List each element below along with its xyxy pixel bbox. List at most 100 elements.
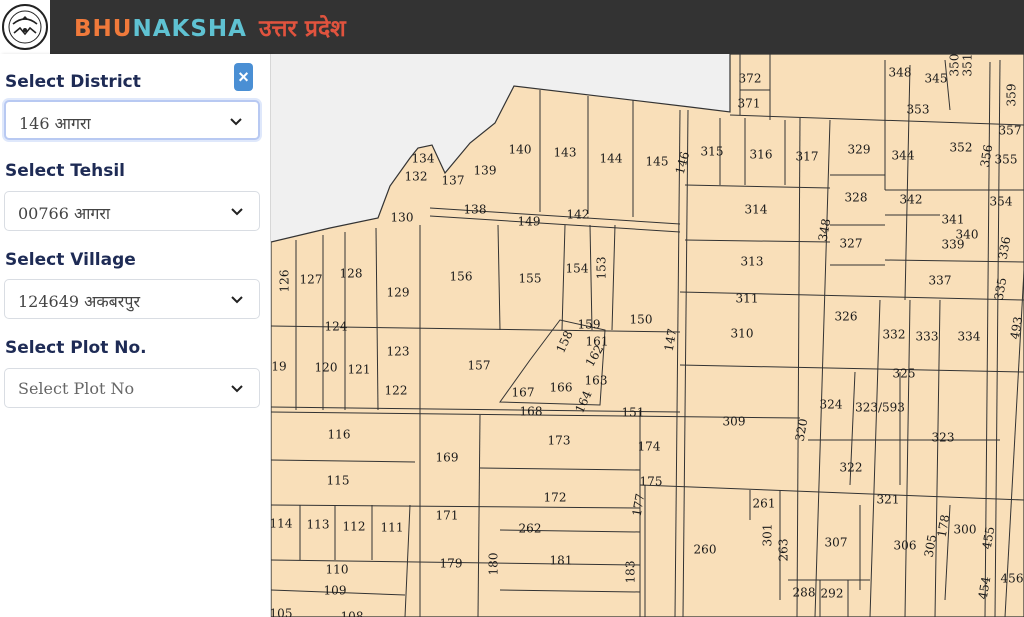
plot-number-108[interactable]: 108 — [341, 610, 364, 617]
plot-number-168[interactable]: 168 — [520, 405, 543, 419]
plot-number-328[interactable]: 328 — [845, 191, 868, 205]
plot-number-116[interactable]: 116 — [328, 428, 351, 442]
plot-number-351[interactable]: 351 — [961, 54, 975, 76]
plot-number-163[interactable]: 163 — [585, 374, 608, 388]
plot-number-321[interactable]: 321 — [877, 493, 900, 507]
plot-number-348[interactable]: 348 — [889, 66, 912, 80]
plot-number-126[interactable]: 126 — [278, 270, 292, 293]
plot-number-354[interactable]: 354 — [990, 195, 1013, 209]
plot-number-183[interactable]: 183 — [624, 561, 638, 584]
plot-number-19[interactable]: 19 — [271, 360, 286, 374]
plot-number-324[interactable]: 324 — [820, 398, 843, 412]
plot-number-134[interactable]: 134 — [412, 152, 435, 166]
up-emblem-logo[interactable] — [0, 0, 50, 54]
plot-number-113[interactable]: 113 — [307, 518, 330, 532]
plot-number-139[interactable]: 139 — [474, 164, 497, 178]
plot-number-129[interactable]: 129 — [387, 286, 410, 300]
plot-number-261[interactable]: 261 — [753, 497, 776, 511]
plot-number-149[interactable]: 149 — [518, 215, 541, 229]
plot-number-122[interactable]: 122 — [385, 384, 408, 398]
cadastral-map[interactable]: 372 348 345 350 351 359 371 353 357 140 143 144 145 1… — [271, 54, 1024, 617]
village-select[interactable]: 124649 अकबरपुर — [4, 279, 260, 319]
plot-number-154[interactable]: 154 — [566, 262, 589, 276]
plot-number-355[interactable]: 355 — [995, 153, 1018, 167]
plot-number-111[interactable]: 111 — [381, 521, 404, 535]
plot-number-138[interactable]: 138 — [464, 203, 487, 217]
plot-number-173[interactable]: 173 — [548, 434, 571, 448]
map-canvas[interactable]: 372 348 345350 351 359 371 353 357 140 143 144 145 1… — [271, 54, 1024, 617]
plot-number-123[interactable]: 123 — [387, 345, 410, 359]
plot-number-109[interactable]: 109 — [324, 584, 347, 598]
plot-number-143[interactable]: 143 — [554, 146, 577, 160]
plot-number-342[interactable]: 342 — [900, 193, 923, 207]
plot-number-150[interactable]: 150 — [630, 313, 653, 327]
plot-number-137[interactable]: 137 — [442, 174, 465, 188]
plot-number-260[interactable]: 260 — [694, 543, 717, 557]
plot-number-309[interactable]: 309 — [723, 415, 746, 429]
plot-number-175[interactable]: 175 — [640, 475, 663, 489]
close-sidebar-button[interactable]: × — [234, 63, 253, 91]
plot-number-140[interactable]: 140 — [509, 143, 532, 157]
plot-number-120[interactable]: 120 — [315, 361, 338, 375]
plot-number-124[interactable]: 124 — [325, 320, 348, 334]
plot-number-353[interactable]: 353 — [907, 103, 930, 117]
plot-number-130[interactable]: 130 — [391, 211, 414, 225]
plot-number-155[interactable]: 155 — [519, 272, 542, 286]
plot-number-300[interactable]: 300 — [954, 523, 977, 537]
plot-number-372[interactable]: 372 — [739, 72, 762, 86]
plot-number-132[interactable]: 132 — [405, 170, 428, 184]
plot-number-337[interactable]: 337 — [929, 274, 952, 288]
plot-number-144[interactable]: 144 — [600, 152, 623, 166]
plot-number-127[interactable]: 127 — [300, 273, 323, 287]
plot-number-121[interactable]: 121 — [348, 363, 371, 377]
plot-number-333[interactable]: 333 — [916, 330, 939, 344]
plot-number-325[interactable]: 325 — [893, 367, 916, 381]
tehsil-select[interactable]: 00766 आगरा — [4, 191, 260, 231]
plot-number-179[interactable]: 179 — [440, 557, 463, 571]
plot-number-181[interactable]: 181 — [550, 554, 573, 568]
plot-number-327[interactable]: 327 — [840, 237, 863, 251]
plot-number-156[interactable]: 156 — [450, 270, 473, 284]
plot-number-145[interactable]: 145 — [646, 155, 669, 169]
plot-number-128[interactable]: 128 — [340, 267, 363, 281]
plot-number-151[interactable]: 151 — [622, 406, 645, 420]
plot-number-166[interactable]: 166 — [550, 381, 573, 395]
plot-number-341[interactable]: 341 — [942, 213, 965, 227]
plot-number-493[interactable]: 493 — [1008, 315, 1024, 340]
plot-number-292[interactable]: 292 — [821, 587, 844, 601]
district-select[interactable]: 146 आगरा — [4, 100, 260, 140]
plot-number-159[interactable]: 159 — [578, 318, 601, 332]
plot-number-174[interactable]: 174 — [638, 440, 661, 454]
plot-number-167[interactable]: 167 — [512, 386, 535, 400]
plot-number-456[interactable]: 456 — [1001, 572, 1024, 586]
plot-number-115[interactable]: 115 — [327, 474, 350, 488]
plot-number-350[interactable]: 350 — [948, 54, 962, 76]
plot-number-112[interactable]: 112 — [343, 520, 366, 534]
plot-number-288[interactable]: 288 — [793, 586, 816, 600]
plot-number-326[interactable]: 326 — [835, 310, 858, 324]
plot-number-110[interactable]: 110 — [326, 563, 349, 577]
plot-number-307[interactable]: 307 — [825, 536, 848, 550]
plot-number-359[interactable]: 359 — [1005, 84, 1019, 107]
plot-number-329[interactable]: 329 — [848, 143, 871, 157]
plot-number-105[interactable]: 105 — [271, 607, 292, 617]
plot-number-334[interactable]: 334 — [958, 330, 981, 344]
plot-number-313[interactable]: 313 — [741, 255, 764, 269]
plot-number-314[interactable]: 314 — [745, 203, 768, 217]
plot-number-352[interactable]: 352 — [950, 141, 973, 155]
plot-number-114[interactable]: 114 — [271, 517, 293, 531]
plot-number-153[interactable]: 153 — [595, 257, 609, 280]
plot-number-172[interactable]: 172 — [544, 491, 567, 505]
plot-number-316[interactable]: 316 — [750, 148, 773, 162]
plot-number-180[interactable]: 180 — [487, 553, 501, 576]
plot-number-332[interactable]: 332 — [883, 328, 906, 342]
plot-number-371[interactable]: 371 — [738, 97, 761, 111]
plot-number-301[interactable]: 301 — [761, 524, 775, 547]
plot-number-262[interactable]: 262 — [519, 522, 542, 536]
plot-number-310[interactable]: 310 — [731, 327, 754, 341]
plot-number-306[interactable]: 306 — [894, 539, 917, 553]
plot-select[interactable]: Select Plot No — [4, 368, 260, 408]
plot-number-317[interactable]: 317 — [796, 150, 819, 164]
plot-number-263[interactable]: 263 — [777, 539, 791, 562]
plot-number-315[interactable]: 315 — [701, 145, 724, 159]
